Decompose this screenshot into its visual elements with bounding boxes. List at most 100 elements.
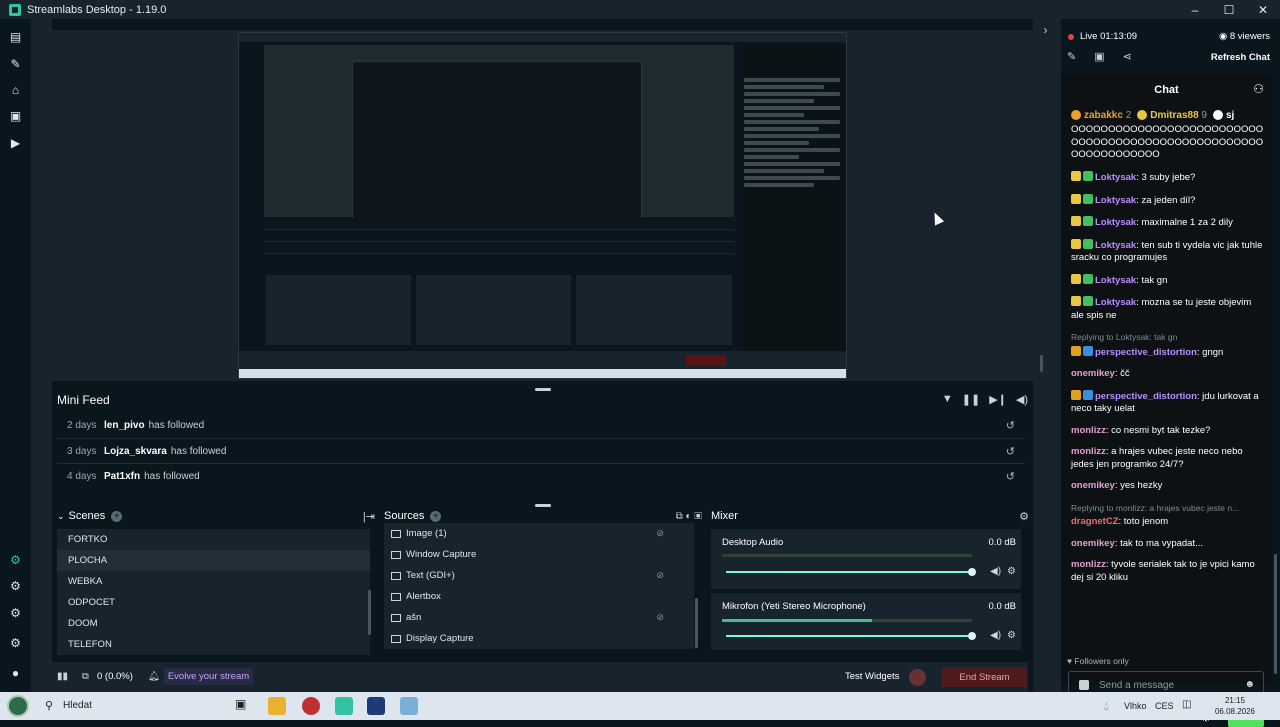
preview-resize-handle[interactable] [1040,355,1043,372]
app2-taskbar-icon[interactable] [400,697,418,715]
weather-icon[interactable]: 💧︎ [1104,699,1109,714]
chat-username[interactable]: monlizz [1071,425,1106,436]
source-item[interactable]: Display Capture [384,628,694,649]
maximize-button[interactable]: ☐ [1212,0,1246,19]
refresh-chat-button[interactable]: Refresh Chat [1211,52,1270,63]
start-button[interactable] [7,695,29,717]
collapse-chat-chevron-icon[interactable]: › [1038,22,1053,37]
emoji-icon[interactable]: ☻ [1244,679,1255,690]
chat-username[interactable]: dragnetCZ [1071,516,1119,527]
close-button[interactable]: ✕ [1246,0,1280,19]
channel-gear-icon[interactable]: ⚙ [1007,630,1016,641]
stats-icon[interactable]: ▮▮ [57,671,68,682]
channel-gear-icon[interactable]: ⚙ [1007,566,1016,577]
user-icon[interactable]: ● [8,665,23,680]
chat-username[interactable]: Loktysak [1095,195,1136,206]
scene-item-active[interactable]: PLOCHA [57,550,370,571]
top-chatter[interactable]: zabakkc 2 [1071,110,1131,121]
top-chatter[interactable]: sj [1212,110,1234,121]
chat-users-icon[interactable]: ⚇ [1253,82,1264,96]
chat-username[interactable]: onemikey [1071,538,1115,549]
evolve-button[interactable]: Evolve your stream [164,668,253,685]
capture-chat-line [744,113,804,117]
chat-username[interactable]: onemikey [1071,480,1115,491]
chat-username[interactable]: monlizz [1071,559,1106,570]
volume-slider[interactable] [726,568,976,576]
speaker-icon[interactable]: ◀) [990,630,1001,641]
chat-username[interactable]: onemikey [1071,368,1115,379]
search-icon[interactable]: ⚲ [45,699,53,712]
edit-icon[interactable]: ✎ [1067,50,1076,63]
source-item[interactable]: Text (GDI+) ⊘ [384,565,694,586]
chat-username[interactable]: monlizz [1071,446,1106,457]
chat-username[interactable]: Loktysak [1095,172,1136,183]
bell-icon[interactable]: 🔔︎ [148,671,160,682]
weather-label[interactable]: Vlhko [1124,701,1147,711]
scene-item[interactable]: ODPOCET [57,592,370,613]
copy-icon[interactable]: ▣ [1094,50,1104,63]
filter-icon[interactable]: ▼ [942,393,953,406]
streamlabs-taskbar-icon[interactable] [335,697,353,715]
network-icon[interactable]: ◫ [1182,699,1191,710]
minimize-button[interactable]: – [1178,0,1212,19]
scene-item[interactable]: TELEFON [57,634,370,655]
apps-icon[interactable]: ⚙ [8,605,23,620]
layout-icon[interactable]: ⚙ [8,578,23,593]
studio-mode-icon[interactable]: ⚙ [8,552,23,567]
clock[interactable]: 21:15 06.08.2026 [1205,695,1265,717]
top-chatter[interactable]: Dmitras88 9 [1137,110,1207,121]
dashboard-icon[interactable]: ▤ [8,29,23,44]
replay-icon[interactable]: ↺ [1006,445,1015,458]
end-stream-button[interactable]: End Stream [942,667,1027,687]
language-indicator[interactable]: CES [1155,701,1174,711]
chat-username[interactable]: Loktysak [1095,297,1136,308]
feed-splitter[interactable] [535,504,551,507]
source-item[interactable]: Alertbox [384,586,694,607]
themes-icon[interactable]: ✎ [8,56,23,71]
chat-username[interactable]: perspective_distortion [1095,391,1197,402]
chat-scrollbar[interactable] [1274,554,1277,674]
source-tools-icon[interactable]: ⧉ ◐ ▣ [676,511,702,522]
library-icon[interactable]: ▣ [8,108,23,123]
skip-icon[interactable]: ▶❙ [989,393,1007,406]
replay-icon[interactable]: ↺ [1006,419,1015,432]
hidden-eye-icon[interactable]: ⊘ [656,612,664,623]
browser-icon[interactable] [302,697,320,715]
file-explorer-icon[interactable] [268,697,286,715]
pause-icon[interactable]: ❚❚ [962,393,980,406]
source-item[interactable]: Image (1) ⊘ [384,523,694,544]
volume-slider[interactable] [726,632,976,640]
volume-slider-knob[interactable] [968,632,976,640]
source-item[interactable]: Window Capture [384,544,694,565]
share-icon[interactable]: ⋖ [1123,50,1132,63]
test-widgets-icon[interactable] [909,669,926,686]
sources-scrollbar[interactable] [695,598,698,648]
scene-transition-icon[interactable]: |⇥ [363,510,375,523]
volume-icon[interactable]: ◀) [1016,393,1028,406]
scene-item[interactable]: WEBKA [57,571,370,592]
hidden-eye-icon[interactable]: ⊘ [656,570,664,581]
settings-icon[interactable]: ⚙ [8,635,23,650]
add-source-button[interactable]: + [430,510,442,522]
source-item[interactable]: ašn ⊘ [384,607,694,628]
hidden-eye-icon[interactable]: ⊘ [656,528,664,539]
app-taskbar-icon[interactable] [367,697,385,715]
chat-username[interactable]: Loktysak [1095,275,1136,286]
test-widgets-button[interactable]: Test Widgets [845,671,899,682]
scene-item[interactable]: DOOM [57,613,370,634]
add-scene-button[interactable]: + [111,510,123,522]
scene-item[interactable]: FORTKO [57,529,370,550]
chat-username[interactable]: perspective_distortion [1095,347,1197,358]
mixer-settings-icon[interactable]: ⚙ [1019,510,1029,523]
task-view-icon[interactable]: ▣ [235,697,253,715]
collapse-icon[interactable]: ⌄ [57,511,65,522]
chat-username[interactable]: Loktysak [1095,240,1136,251]
store-icon[interactable]: ⌂ [8,82,23,97]
play-icon[interactable]: ▶ [8,135,23,150]
speaker-icon[interactable]: ◀) [990,566,1001,577]
volume-slider-knob[interactable] [968,568,976,576]
scenes-scrollbar[interactable] [368,590,371,635]
replay-icon[interactable]: ↺ [1006,470,1015,483]
taskbar-search[interactable]: Hledat [63,700,92,711]
chat-username[interactable]: Loktysak [1095,217,1136,228]
